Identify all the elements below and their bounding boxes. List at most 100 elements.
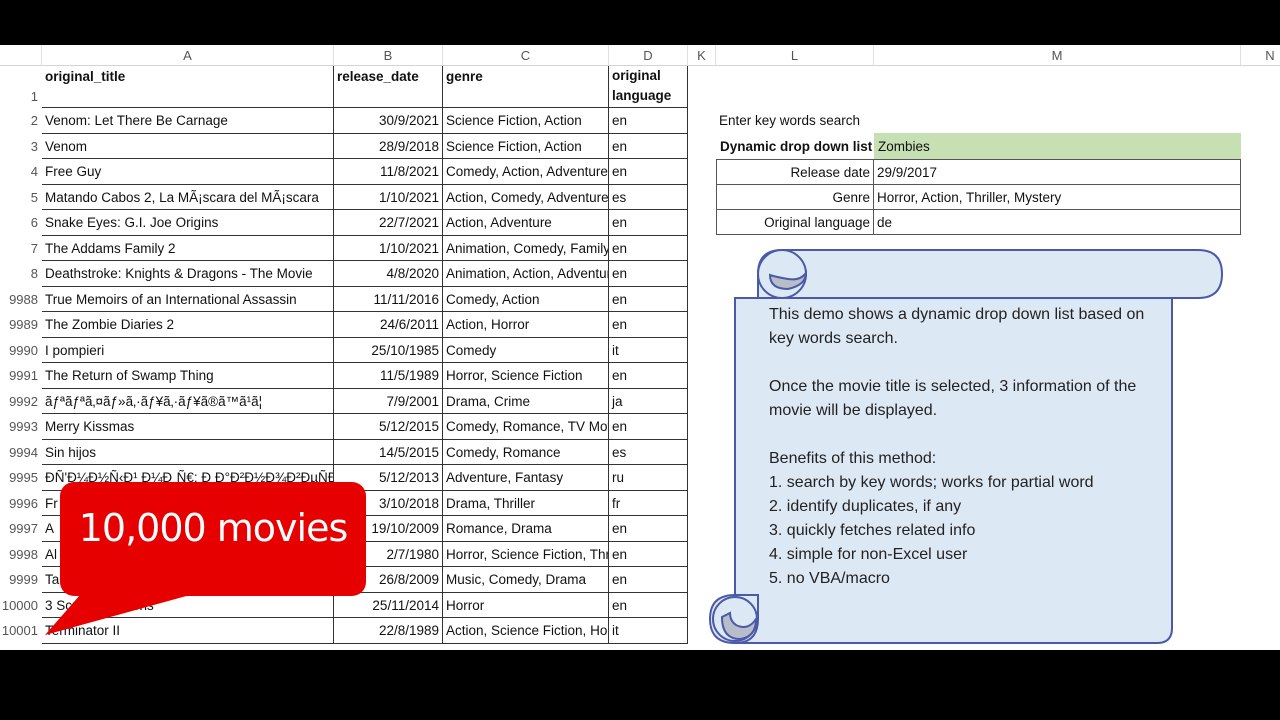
cell-language[interactable]: es (609, 439, 688, 465)
cell-genre[interactable]: Horror, Science Fiction (443, 363, 609, 389)
row-number[interactable]: 9988 (0, 287, 42, 313)
column-header-N[interactable]: N (1241, 45, 1280, 66)
cell-release-date[interactable]: 25/10/1985 (334, 337, 443, 363)
cell-release-date[interactable]: 1/10/2021 (334, 184, 443, 210)
cell-title[interactable]: True Memoirs of an International Assassi… (42, 286, 334, 312)
row-number[interactable]: 9998 (0, 542, 42, 568)
row-number[interactable]: 10000 (0, 593, 42, 619)
cell-release-date[interactable]: 25/11/2014 (334, 592, 443, 618)
cell-title[interactable]: Sin hijos (42, 439, 334, 465)
cell-language[interactable]: en (609, 235, 688, 261)
cell-title[interactable]: I pompieri (42, 337, 334, 363)
cell-release-date[interactable]: 11/8/2021 (334, 159, 443, 185)
cell-release-date[interactable]: 7/9/2001 (334, 388, 443, 414)
cell-genre[interactable]: Comedy, Romance, TV Movie (443, 414, 609, 440)
cell-genre[interactable]: Comedy, Action, Adventure (443, 159, 609, 185)
cell-language[interactable]: en (609, 516, 688, 542)
cell-genre[interactable]: Drama, Crime (443, 388, 609, 414)
cell-genre[interactable]: Science Fiction, Action (443, 133, 609, 159)
cell-language[interactable]: en (609, 541, 688, 567)
cell-release-date[interactable]: 28/9/2018 (334, 133, 443, 159)
row-number[interactable]: 6 (0, 210, 42, 236)
row-number[interactable]: 9989 (0, 312, 42, 338)
cell-language[interactable]: en (609, 133, 688, 159)
cell-language[interactable]: es (609, 184, 688, 210)
cell-genre[interactable]: Music, Comedy, Drama (443, 567, 609, 593)
cell-title[interactable]: Merry Kissmas (42, 414, 334, 440)
cell-genre[interactable]: Drama, Thriller (443, 490, 609, 516)
header-language[interactable]: original language (609, 66, 688, 108)
cell-genre[interactable]: Adventure, Fantasy (443, 465, 609, 491)
cell-release-date[interactable]: 11/11/2016 (334, 286, 443, 312)
row-number[interactable]: 4 (0, 159, 42, 185)
cell-genre[interactable]: Romance, Drama (443, 516, 609, 542)
cell-release-date[interactable]: 1/10/2021 (334, 235, 443, 261)
cell-title[interactable]: Venom (42, 133, 334, 159)
cell-title[interactable]: Matando Cabos 2, La MÃ¡scara del MÃ¡scar… (42, 184, 334, 210)
row-number[interactable]: 2 (0, 108, 42, 134)
cell-release-date[interactable]: 14/5/2015 (334, 439, 443, 465)
cell-language[interactable]: ru (609, 465, 688, 491)
cell-genre[interactable]: Animation, Comedy, Family (443, 235, 609, 261)
cell-genre[interactable]: Animation, Action, Adventure (443, 261, 609, 287)
select-all-corner[interactable] (0, 45, 42, 66)
row-number[interactable]: 5 (0, 185, 42, 211)
row-number[interactable]: 3 (0, 134, 42, 160)
cell-release-date[interactable]: 22/7/2021 (334, 210, 443, 236)
cell-title[interactable]: Venom: Let There Be Carnage (42, 108, 334, 134)
row-number[interactable]: 9999 (0, 567, 42, 593)
cell-title[interactable]: Deathstroke: Knights & Dragons - The Mov… (42, 261, 334, 287)
row-number[interactable]: 8 (0, 261, 42, 287)
cell-genre[interactable]: Horror, Science Fiction, Thriller (443, 541, 609, 567)
row-number[interactable]: 9997 (0, 516, 42, 542)
cell-genre[interactable]: Action, Horror (443, 312, 609, 338)
cell-release-date[interactable]: 5/12/2015 (334, 414, 443, 440)
cell-title[interactable]: ãƒªãƒªã‚¤ãƒ»ã‚·ãƒ¥ã‚·ãƒ¥ã®ã™ã¹ã¦ (42, 388, 334, 414)
row-number[interactable]: 9993 (0, 414, 42, 440)
cell-genre[interactable]: Action, Adventure (443, 210, 609, 236)
row-number[interactable]: 9996 (0, 491, 42, 517)
row-number[interactable]: 7 (0, 236, 42, 262)
column-header-M[interactable]: M (874, 45, 1241, 66)
cell-language[interactable]: it (609, 337, 688, 363)
row-number[interactable]: 9994 (0, 440, 42, 466)
cell-language[interactable]: en (609, 159, 688, 185)
cell-release-date[interactable]: 22/8/1989 (334, 618, 443, 644)
cell-language[interactable]: ja (609, 388, 688, 414)
cell-language[interactable]: en (609, 363, 688, 389)
cell-language[interactable]: en (609, 414, 688, 440)
column-header-D[interactable]: D (609, 45, 688, 66)
column-header-L[interactable]: L (716, 45, 874, 66)
row-number[interactable]: 9990 (0, 338, 42, 364)
row-number[interactable]: 9991 (0, 363, 42, 389)
cell-genre[interactable]: Comedy (443, 337, 609, 363)
cell-genre[interactable]: Comedy, Romance (443, 439, 609, 465)
cell-genre[interactable]: Horror (443, 592, 609, 618)
column-header-B[interactable]: B (334, 45, 443, 66)
cell-language[interactable]: en (609, 286, 688, 312)
row-number[interactable]: 10002 (0, 644, 42, 651)
row-number[interactable]: 9992 (0, 389, 42, 415)
cell-language[interactable]: en (609, 210, 688, 236)
dropdown-list[interactable]: Zombies (874, 133, 1241, 159)
column-header-C[interactable]: C (443, 45, 609, 66)
cell-genre[interactable]: Action, Science Fiction, Horror (443, 618, 609, 644)
cell-title[interactable]: The Return of Swamp Thing (42, 363, 334, 389)
cell-language[interactable]: en (609, 567, 688, 593)
row-number[interactable]: 9995 (0, 465, 42, 491)
header-title[interactable]: original_title (42, 66, 334, 108)
cell-language[interactable]: it (609, 618, 688, 644)
cell-release-date[interactable]: 11/5/1989 (334, 363, 443, 389)
row-number[interactable]: 10001 (0, 618, 42, 644)
cell-release-date[interactable]: 30/9/2021 (334, 108, 443, 134)
cell-language[interactable]: en (609, 108, 688, 134)
cell-title[interactable]: The Zombie Diaries 2 (42, 312, 334, 338)
cell-genre[interactable]: Comedy, Action (443, 286, 609, 312)
cell-language[interactable]: en (609, 261, 688, 287)
header-date[interactable]: release_date (334, 66, 443, 108)
column-header-K[interactable]: K (688, 45, 716, 66)
header-genre[interactable]: genre (443, 66, 609, 108)
cell-title[interactable]: Free Guy (42, 159, 334, 185)
cell-language[interactable]: en (609, 592, 688, 618)
cell-title[interactable]: The Addams Family 2 (42, 235, 334, 261)
